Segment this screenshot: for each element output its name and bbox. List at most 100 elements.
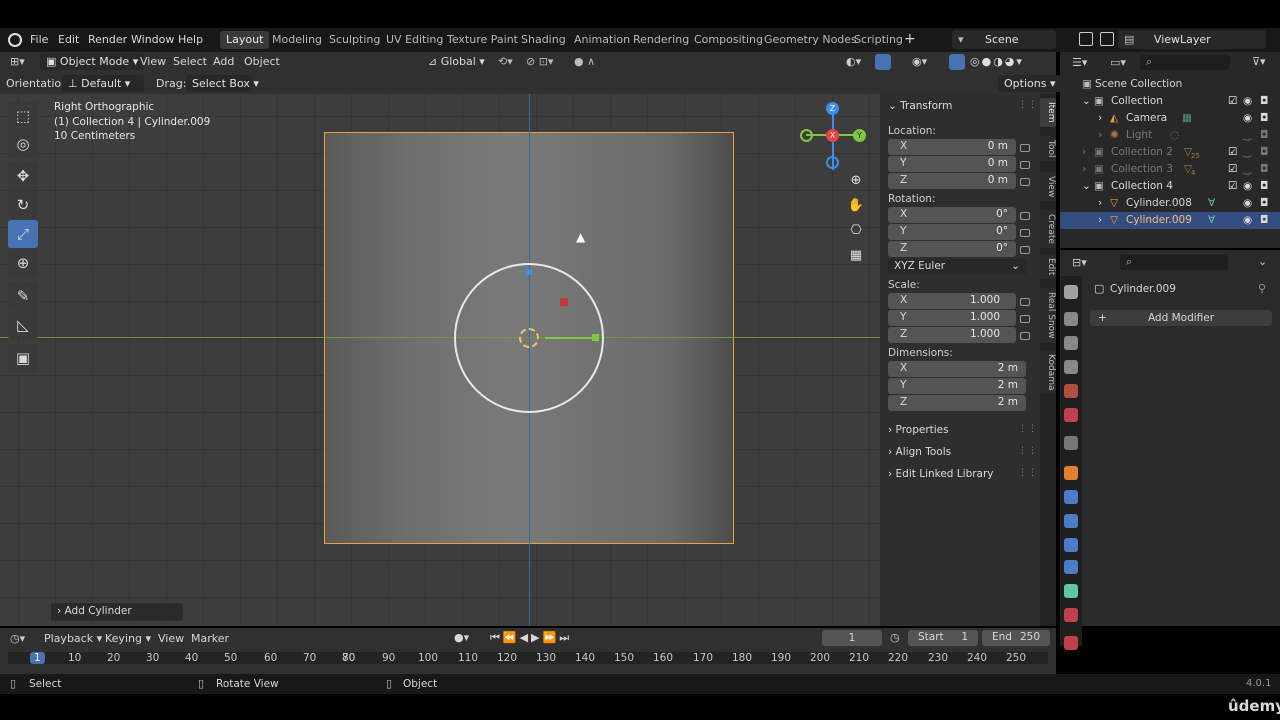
blender-logo-icon[interactable] — [8, 33, 22, 47]
eye-icon[interactable]: ◉ — [1243, 214, 1252, 226]
camera-render-icon[interactable]: ◘ — [1260, 95, 1268, 107]
checkbox-icon[interactable]: ☑ — [1228, 180, 1237, 192]
scene-props-icon[interactable] — [1064, 384, 1078, 398]
view-layer-selector[interactable]: ▤ ViewLayer — [1118, 30, 1266, 49]
options-dropdown[interactable]: Options ▾ — [998, 75, 1062, 92]
lock-icon[interactable] — [1020, 178, 1030, 186]
eye-icon[interactable]: ◉ — [1243, 180, 1252, 192]
lock-icon[interactable] — [1020, 315, 1030, 323]
object-props-icon[interactable] — [1064, 466, 1078, 480]
x-scale-handle[interactable] — [560, 298, 568, 306]
nav-x-axis[interactable]: X — [826, 129, 839, 142]
camera-render-icon[interactable]: ◘ — [1260, 197, 1268, 209]
eye-closed-icon[interactable]: ‿ — [1243, 146, 1251, 158]
modifier-props-icon[interactable] — [1064, 490, 1078, 504]
transform-orientation-dropdown[interactable]: ⊿ Global ▾ — [428, 55, 485, 68]
tab-shading[interactable]: Shading — [515, 31, 572, 49]
menu-help[interactable]: Help — [178, 33, 203, 46]
dimension-z-field[interactable]: Z 2 m — [888, 395, 1026, 411]
eye-icon[interactable]: ◉ — [1243, 197, 1252, 209]
dimension-y-field[interactable]: Y 2 m — [888, 378, 1026, 394]
object-origin[interactable] — [519, 328, 539, 348]
mode-dropdown[interactable]: ▣ Object Mode ▾ — [40, 53, 145, 70]
snap-icon[interactable]: ⊘ ⊡▾ — [526, 55, 553, 68]
tab-kodama[interactable]: Kodama — [1040, 350, 1056, 395]
rotate-tool[interactable]: ↻ — [8, 191, 38, 219]
scene-selector[interactable]: ▾ Scene — [952, 30, 1056, 49]
lock-icon[interactable] — [1020, 161, 1030, 169]
eye-closed-icon[interactable]: ‿ — [1243, 163, 1251, 175]
scale-x-field[interactable]: X 1.000 — [888, 293, 1016, 309]
nav-z-axis[interactable]: Z — [826, 102, 839, 115]
eye-closed-icon[interactable]: ‿ — [1243, 129, 1251, 141]
pin-icon[interactable]: ⚲ — [1258, 282, 1266, 295]
tab-modeling[interactable]: Modeling — [266, 31, 328, 49]
menu-add[interactable]: Add — [213, 55, 234, 68]
drag-dropdown[interactable]: Select Box ▾ — [186, 75, 259, 92]
menu-keying[interactable]: Keying ▾ — [105, 632, 151, 645]
outliner-editor-type-icon[interactable]: ☰▾ — [1072, 56, 1087, 69]
nav-neg-y-axis[interactable] — [800, 129, 813, 142]
render-props-icon[interactable] — [1064, 312, 1078, 326]
tab-rendering[interactable]: Rendering — [627, 31, 695, 49]
record-icon[interactable]: ●▾ — [454, 631, 469, 644]
lock-icon[interactable] — [1020, 246, 1030, 254]
scale-tool[interactable]: ⤢ — [8, 220, 38, 248]
measure-tool[interactable]: ◺ — [8, 311, 38, 339]
menu-view[interactable]: View — [158, 632, 184, 645]
scale-y-field[interactable]: Y 1.000 — [888, 310, 1016, 326]
menu-file[interactable]: File — [30, 33, 48, 46]
filter-icon[interactable]: ⊽▾ — [1252, 55, 1266, 68]
scale-z-field[interactable]: Z 1.000 — [888, 327, 1016, 343]
properties-editor-type-icon[interactable]: ⊟▾ — [1072, 256, 1087, 269]
location-y-field[interactable]: Y 0 m — [888, 156, 1016, 172]
properties-search-input[interactable]: ⌕ — [1120, 255, 1228, 270]
view-layer-props-icon[interactable] — [1064, 360, 1078, 374]
tab-edit[interactable]: Edit — [1040, 254, 1056, 280]
tab-sculpting[interactable]: Sculpting — [323, 31, 386, 49]
dimension-x-field[interactable]: X 2 m — [888, 361, 1026, 377]
camera-render-icon[interactable]: ◘ — [1260, 163, 1268, 175]
camera-render-icon[interactable]: ◘ — [1260, 112, 1268, 124]
collection-props-icon[interactable] — [1064, 436, 1078, 450]
overlays-icon[interactable]: ◉▾ — [912, 55, 927, 68]
checkbox-icon[interactable]: ☑ — [1228, 95, 1237, 107]
outliner-row-selected[interactable]: › ▽ Cylinder.009 ∀ ◉ ◘ — [1060, 212, 1280, 229]
menu-edit[interactable]: Edit — [58, 33, 79, 46]
move-tool[interactable]: ✥ — [8, 162, 38, 190]
checkbox-icon[interactable]: ☑ — [1228, 163, 1237, 175]
drag-handle-icon[interactable]: ⋮⋮ — [1018, 424, 1038, 434]
camera-render-icon[interactable]: ◘ — [1260, 214, 1268, 226]
tab-item[interactable]: Item — [1040, 98, 1056, 127]
eye-icon[interactable]: ◉ — [1243, 95, 1252, 107]
annotate-tool[interactable]: ✎ — [8, 282, 38, 310]
location-x-field[interactable]: X 0 m — [888, 139, 1016, 155]
start-frame-field[interactable]: Start 1 — [908, 630, 978, 646]
lock-icon[interactable] — [1020, 229, 1030, 237]
nav-neg-z-axis[interactable] — [826, 156, 839, 169]
tab-animation[interactable]: Animation — [568, 31, 636, 49]
pan-hand-icon[interactable]: ✋ — [845, 195, 867, 217]
chevron-down-icon[interactable]: ⌄ — [1258, 255, 1267, 268]
pivot-point-icon[interactable]: ⟲▾ — [498, 55, 513, 68]
display-mode-icon[interactable]: ▭▾ — [1110, 56, 1126, 69]
current-frame-field[interactable]: 1 — [822, 630, 882, 646]
xray-toggle-icon[interactable] — [949, 54, 965, 70]
particles-props-icon[interactable] — [1064, 514, 1078, 528]
lock-icon[interactable] — [1020, 332, 1030, 340]
outliner-scene-collection[interactable]: ▣ Scene Collection — [1060, 76, 1280, 93]
location-z-field[interactable]: Z 0 m — [888, 173, 1016, 189]
data-props-icon[interactable] — [1064, 584, 1078, 598]
outliner-row[interactable]: ⌄ ▣ Collection 4 ☑ ◉ ◘ — [1060, 178, 1280, 195]
align-tools-section-header[interactable]: › Align Tools — [888, 446, 951, 458]
tab-texture-paint[interactable]: Texture Paint — [441, 31, 524, 49]
playback-controls-icons[interactable]: ⏮⏪◀▶⏩⏭ — [490, 631, 572, 645]
tab-scripting[interactable]: Scripting — [848, 31, 909, 49]
tab-real-snow[interactable]: Real Snow — [1040, 288, 1056, 343]
transform-section-header[interactable]: ⌄ Transform — [888, 100, 952, 112]
outliner-row[interactable]: › ▽ Cylinder.008 ∀ ◉ ◘ — [1060, 195, 1280, 212]
nav-y-axis[interactable]: Y — [853, 129, 866, 142]
tool-props-icon[interactable] — [1064, 285, 1078, 299]
add-modifier-button[interactable]: + Add Modifier — [1090, 310, 1272, 326]
checkbox-icon[interactable]: ☑ — [1228, 146, 1237, 158]
